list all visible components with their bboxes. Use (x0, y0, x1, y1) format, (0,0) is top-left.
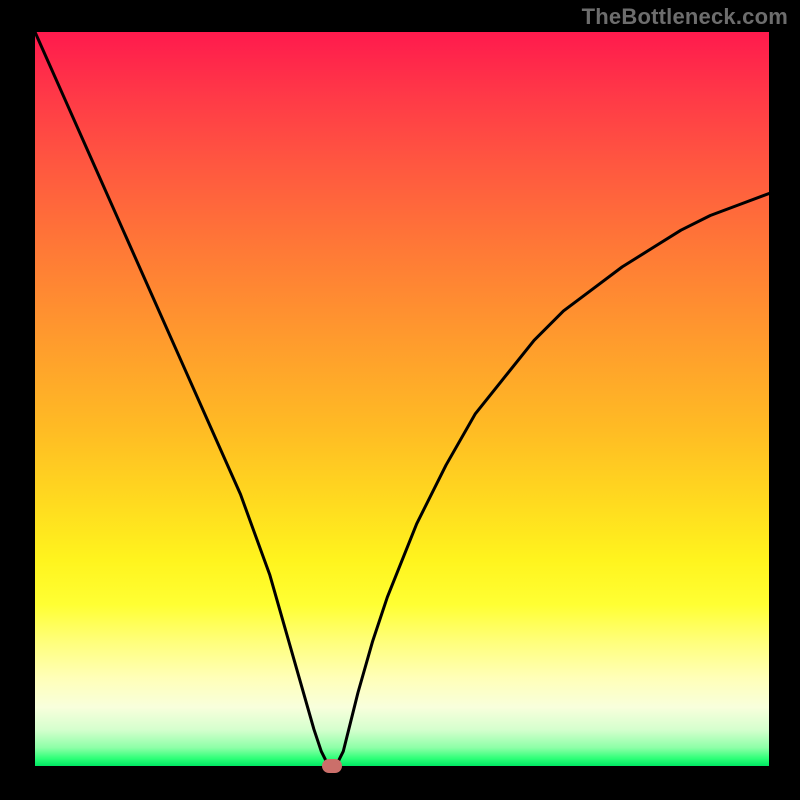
bottleneck-curve (35, 32, 769, 766)
chart-frame: TheBottleneck.com (0, 0, 800, 800)
optimal-point-marker (322, 759, 342, 773)
watermark-text: TheBottleneck.com (582, 4, 788, 30)
plot-area (35, 32, 769, 766)
